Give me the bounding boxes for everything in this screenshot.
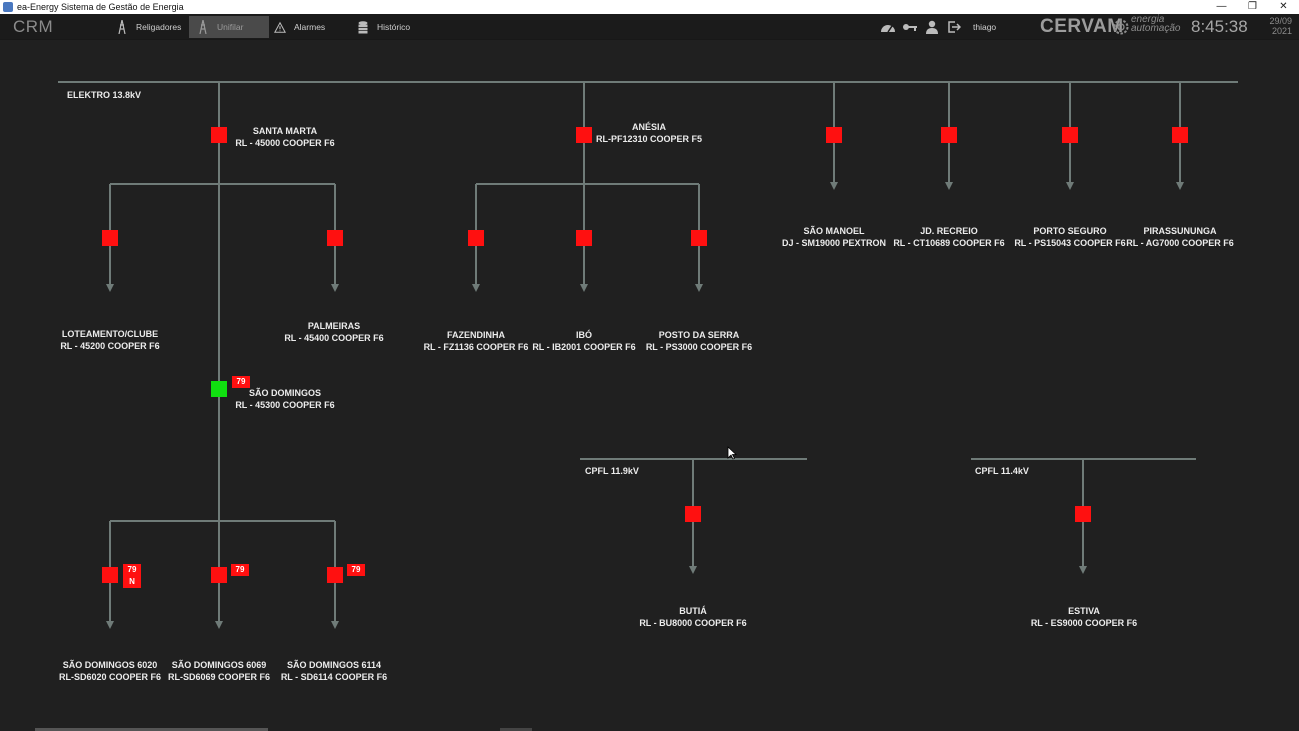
recloser-ibo[interactable] [576, 230, 592, 246]
feeder-device: RL - PS3000 COOPER F6 [645, 342, 753, 352]
recloser-sao-domingos[interactable] [211, 381, 227, 397]
feeder-device: DJ - SM19000 PEXTRON [781, 238, 887, 248]
reclose-badge: 79 [123, 564, 141, 576]
recloser-anesia[interactable] [576, 127, 592, 143]
feeder-label-jd-recreio: JD. RECREIO RL - CT10689 COOPER F6 [893, 225, 1004, 249]
feeder-label-sao-domingos: SÃO DOMINGOS RL - 45300 COOPER F6 [235, 387, 334, 411]
recloser-posto-serra[interactable] [691, 230, 707, 246]
feeder-device: RL - FZ1136 COOPER F6 [423, 342, 529, 352]
feeder-label-sd6114: SÃO DOMINGOS 6114 RL - SD6114 COOPER F6 [281, 659, 387, 683]
bus-label-cpfl-119: CPFL 11.9kV [585, 466, 639, 476]
recloser-fazendinha[interactable] [468, 230, 484, 246]
feeder-label-porto-seguro: PORTO SEGURO RL - PS15043 COOPER F6 [1014, 225, 1125, 249]
feeder-device: RL - ES9000 COOPER F6 [1030, 618, 1138, 628]
feeder-name: POSTO DA SERRA [658, 330, 740, 340]
feeder-label-butia: BUTIÁ RL - BU8000 COOPER F6 [639, 605, 746, 629]
mouse-cursor-icon [727, 446, 737, 460]
feeder-device: RL - BU8000 COOPER F6 [639, 618, 747, 628]
feeder-device: RL - AG7000 COOPER F6 [1126, 238, 1234, 248]
recloser-santa-marta[interactable] [211, 127, 227, 143]
feeder-name: BUTIÁ [679, 606, 707, 616]
feeder-label-pirassununga: PIRASSUNUNGA RL - AG7000 COOPER F6 [1126, 225, 1234, 249]
feeder-label-santa-marta: SANTA MARTA RL - 45000 COOPER F6 [235, 125, 334, 149]
feeder-device: RL - IB2001 COOPER F6 [532, 342, 636, 352]
feeder-device: RL - 45300 COOPER F6 [235, 400, 335, 410]
feeder-label-fazendinha: FAZENDINHA RL - FZ1136 COOPER F6 [424, 329, 529, 353]
feeder-name: FAZENDINHA [447, 330, 505, 340]
feeder-label-palmeiras: PALMEIRAS RL - 45400 COOPER F6 [284, 320, 383, 344]
feeder-label-sd6069: SÃO DOMINGOS 6069 RL-SD6069 COOPER F6 [168, 659, 270, 683]
recloser-sd6114[interactable] [327, 567, 343, 583]
feeder-label-loteamento: LOTEAMENTO/CLUBE RL - 45200 COOPER F6 [60, 328, 159, 352]
recloser-jd-recreio[interactable] [941, 127, 957, 143]
feeder-name: ESTIVA [1068, 606, 1100, 616]
feeder-device: RL - 45200 COOPER F6 [60, 341, 160, 351]
bus-label-elektro: ELEKTRO 13.8kV [67, 90, 142, 100]
single-line-diagram: ELEKTRO 13.8kV CPFL 11.9kV CPFL 11.4kV 7… [0, 0, 1299, 731]
feeder-device: RL-SD6069 COOPER F6 [167, 672, 271, 682]
neutral-badge: N [123, 576, 141, 588]
feeder-label-anesia: ANÉSIA RL-PF12310 COOPER F5 [596, 121, 702, 145]
feeder-device: RL - CT10689 COOPER F6 [893, 238, 1005, 248]
feeder-name: JD. RECREIO [920, 226, 978, 236]
feeder-name: SÃO MANOEL [803, 226, 865, 236]
recloser-palmeiras[interactable] [327, 230, 343, 246]
recloser-sd6020[interactable] [102, 567, 118, 583]
feeder-name: PORTO SEGURO [1033, 226, 1107, 236]
feeder-name: PIRASSUNUNGA [1143, 226, 1217, 236]
feeder-name: SANTA MARTA [252, 126, 318, 136]
feeder-name: IBÓ [575, 330, 592, 340]
feeder-label-sao-manoel: SÃO MANOEL DJ - SM19000 PEXTRON [782, 225, 886, 249]
feeder-label-sd6020: SÃO DOMINGOS 6020 RL-SD6020 COOPER F6 [59, 659, 161, 683]
feeder-name: PALMEIRAS [307, 321, 361, 331]
feeder-name: LOTEAMENTO/CLUBE [61, 329, 159, 339]
recloser-loteamento[interactable] [102, 230, 118, 246]
recloser-sao-manoel[interactable] [826, 127, 842, 143]
recloser-estiva[interactable] [1075, 506, 1091, 522]
feeder-device: RL - SD6114 COOPER F6 [280, 672, 388, 682]
feeder-device: RL - PS15043 COOPER F6 [1014, 238, 1126, 248]
feeder-device: RL-SD6020 COOPER F6 [58, 672, 162, 682]
feeder-label-posto-serra: POSTO DA SERRA RL - PS3000 COOPER F6 [646, 329, 752, 353]
feeder-name: SÃO DOMINGOS 6114 [286, 660, 382, 670]
feeder-label-estiva: ESTIVA RL - ES9000 COOPER F6 [1031, 605, 1137, 629]
recloser-porto-seguro[interactable] [1062, 127, 1078, 143]
recloser-pirassununga[interactable] [1172, 127, 1188, 143]
recloser-sd6069[interactable] [211, 567, 227, 583]
feeder-name: SÃO DOMINGOS [248, 388, 321, 398]
feeder-device: RL - 45400 COOPER F6 [284, 333, 384, 343]
feeder-device: RL-PF12310 COOPER F5 [595, 134, 703, 144]
bus-label-cpfl-114: CPFL 11.4kV [975, 466, 1029, 476]
feeder-name: SÃO DOMINGOS 6020 [62, 660, 158, 670]
feeder-name: ANÉSIA [631, 122, 666, 132]
recloser-butia[interactable] [685, 506, 701, 522]
feeder-name: SÃO DOMINGOS 6069 [171, 660, 267, 670]
reclose-badge: 79 [231, 564, 249, 576]
feeder-label-ibo: IBÓ RL - IB2001 COOPER F6 [532, 329, 635, 353]
feeder-device: RL - 45000 COOPER F6 [235, 138, 335, 148]
reclose-badge: 79 [347, 564, 365, 576]
